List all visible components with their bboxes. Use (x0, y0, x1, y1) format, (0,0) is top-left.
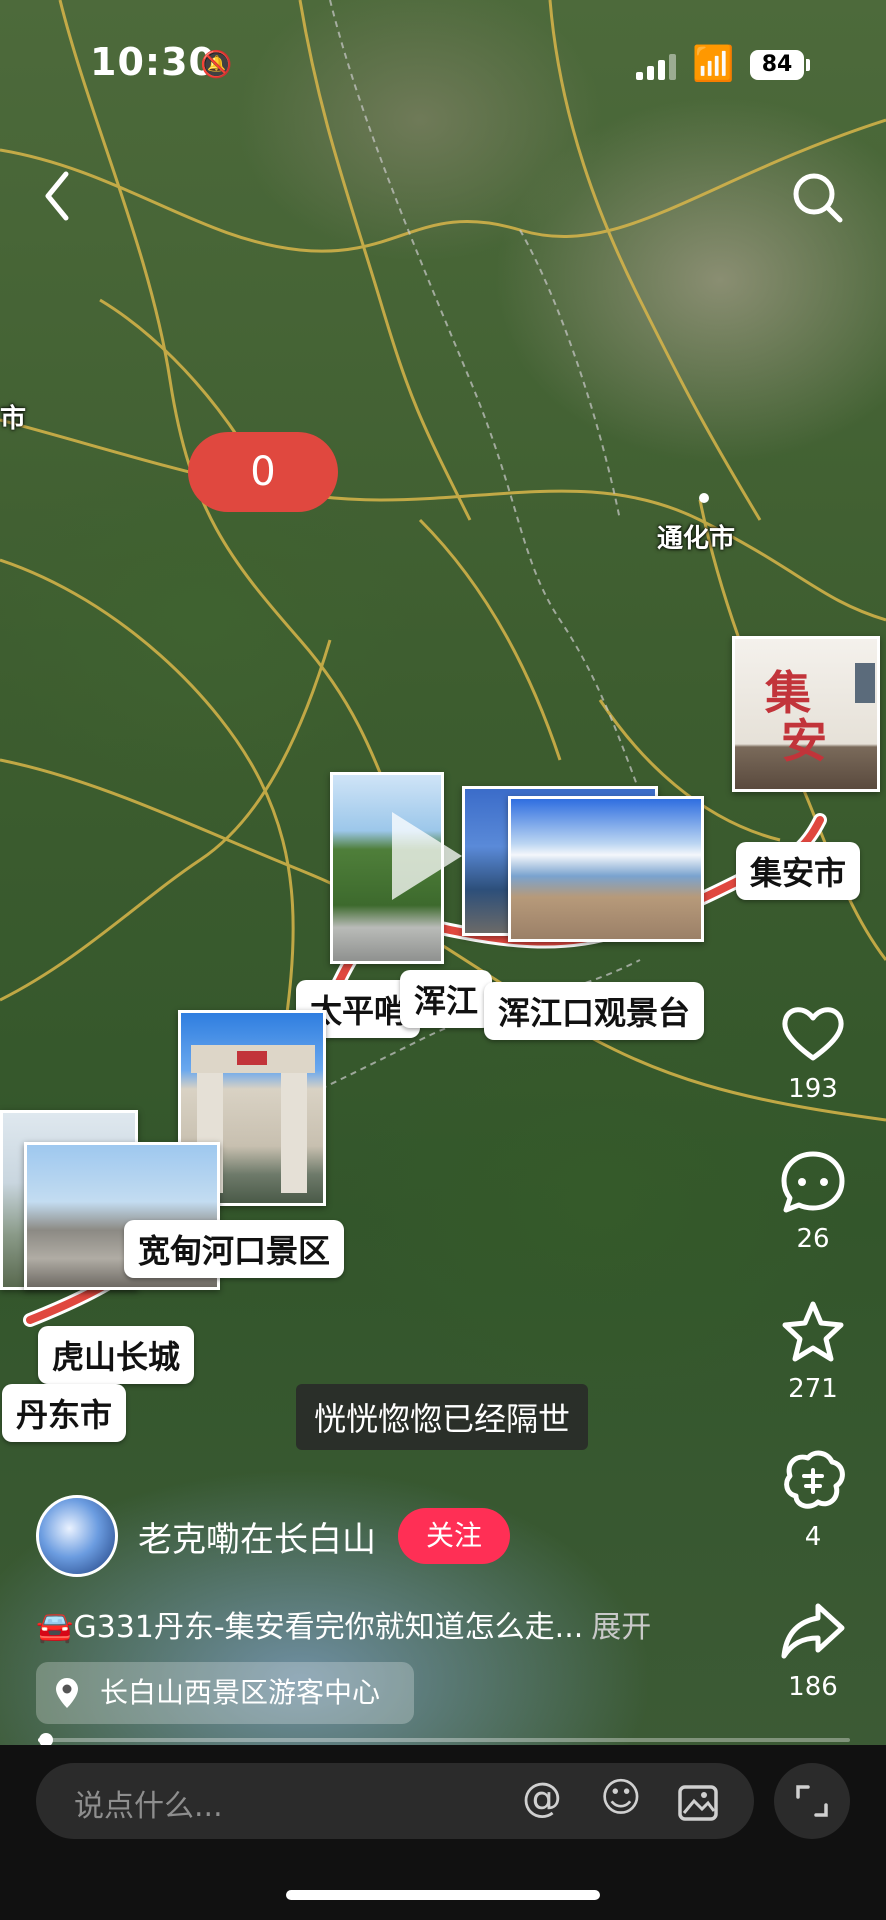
bottom-bar: 说点什么... @ ☺ (0, 1745, 886, 1920)
favorite-count: 271 (788, 1374, 838, 1404)
fullscreen-icon (796, 1785, 828, 1817)
description-text: 🚘G331丹东-集安看完你就知道怎么走... (36, 1610, 584, 1645)
star-icon (782, 1301, 844, 1362)
back-button[interactable] (40, 168, 76, 235)
share-button[interactable]: 186 (758, 1596, 868, 1702)
favorite-button[interactable]: 271 (758, 1298, 868, 1404)
like-count: 193 (788, 1074, 838, 1104)
comment-input[interactable]: 说点什么... @ ☺ (36, 1763, 754, 1839)
place-label-tonghua: 通化市 (657, 524, 736, 554)
chevron-left-icon (45, 171, 69, 221)
signal-icon (636, 52, 676, 80)
bell-muted-icon: 🔕 (200, 50, 233, 80)
play-icon[interactable] (392, 812, 462, 900)
spot-label-kuandian[interactable]: 宽甸河口景区 (124, 1220, 345, 1278)
like-button[interactable]: 193 (758, 998, 868, 1104)
status-time: 10:30 (90, 40, 216, 84)
reward-icon (784, 1450, 845, 1509)
location-text: 长白山西景区游客中心 (100, 1676, 381, 1709)
avatar[interactable] (36, 1495, 118, 1577)
spot-label-hushan[interactable]: 虎山长城 (38, 1326, 195, 1384)
battery-icon (806, 59, 810, 71)
status-bar: 10:30 🔕 📶 84 (0, 0, 886, 130)
svg-text:集: 集 (764, 666, 811, 720)
battery-level: 84 (750, 50, 804, 80)
post-description[interactable]: 🚘G331丹东-集安看完你就知道怎么走... 展开 (36, 1602, 651, 1646)
emoji-icon[interactable]: ☺ (600, 1775, 642, 1821)
author-name[interactable]: 老克嘞在长白山 (138, 1512, 376, 1561)
search-icon (793, 173, 843, 223)
video-progress-bar[interactable] (38, 1733, 850, 1747)
place-label-edge: 市 (0, 404, 27, 434)
route-counter-badge: 0 (188, 432, 338, 512)
author-row: 老克嘞在长白山 关注 (36, 1495, 510, 1577)
location-pin-icon (54, 1662, 80, 1732)
svg-text:安: 安 (781, 714, 827, 768)
spot-label-hunjiangkou[interactable]: 浑江口观景台 (484, 982, 705, 1040)
share-icon (781, 1603, 845, 1659)
reward-count: 4 (804, 1522, 822, 1552)
comment-icon (781, 1151, 845, 1213)
comment-button[interactable]: 26 (758, 1148, 868, 1254)
at-icon[interactable]: @ (522, 1775, 562, 1821)
image-icon[interactable] (676, 1775, 720, 1835)
spot-label-dandong[interactable]: 丹东市 (2, 1384, 127, 1442)
spot-label-jian[interactable]: 集安市 (736, 842, 861, 900)
photo-jian[interactable]: 集 安 (732, 636, 880, 792)
follow-button[interactable]: 关注 (398, 1508, 510, 1564)
comment-count: 26 (796, 1224, 830, 1254)
reward-button[interactable]: 4 (758, 1446, 868, 1552)
location-chip[interactable]: 长白山西景区游客中心 (36, 1662, 414, 1724)
search-button[interactable] (790, 170, 846, 237)
share-count: 186 (788, 1672, 838, 1702)
wifi-icon: 📶 (692, 44, 735, 84)
video-subtitle: 恍恍惚惚已经隔世 (296, 1384, 589, 1450)
fullscreen-button[interactable] (774, 1763, 850, 1839)
comment-placeholder: 说点什么... (74, 1789, 223, 1824)
heart-icon (782, 1007, 844, 1061)
jian-sign-illustration: 集 安 (764, 663, 875, 768)
photo-hunjiangkou[interactable] (508, 796, 704, 942)
home-indicator (286, 1890, 600, 1900)
expand-link[interactable]: 展开 (591, 1610, 651, 1645)
spot-label-hunjiang[interactable]: 浑江 (400, 970, 493, 1028)
